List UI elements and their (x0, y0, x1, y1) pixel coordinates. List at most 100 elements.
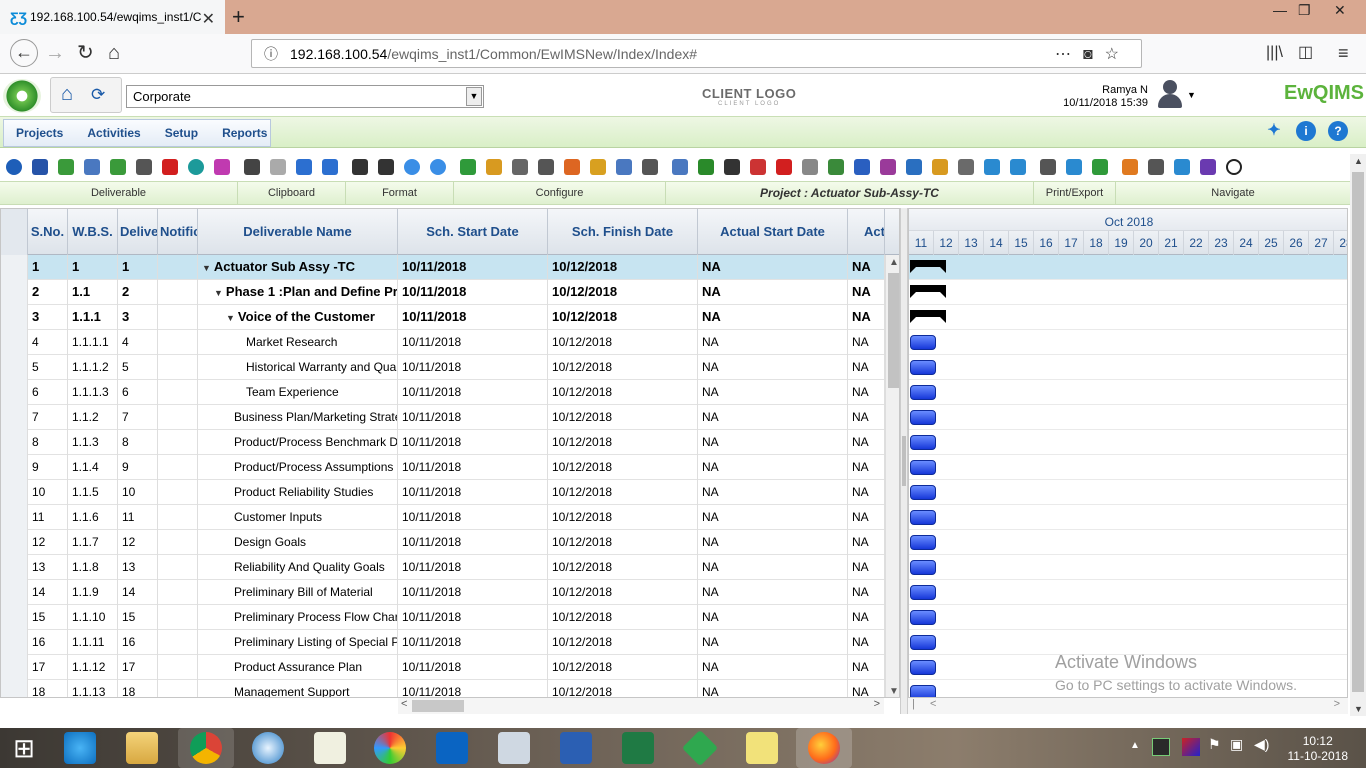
address-bar[interactable]: ⓘ 192.168.100.54/ewqims_inst1/Common/EwI… (251, 39, 1142, 68)
row-handle[interactable] (1, 505, 28, 530)
cell-notification[interactable] (158, 655, 198, 680)
cell-start[interactable]: 10/11/2018 (398, 680, 548, 697)
dependency-icon[interactable] (538, 159, 554, 175)
cell-notification[interactable] (158, 630, 198, 655)
col-notification[interactable]: Notification (158, 209, 198, 255)
excel-icon[interactable] (622, 732, 654, 764)
paint-icon[interactable] (374, 732, 406, 764)
tab-close-icon[interactable]: ✕ (202, 9, 215, 29)
cell-deliverable-name[interactable]: Business Plan/Marketing Strategy (198, 405, 398, 430)
grid-horizontal-scrollbar[interactable]: < > (398, 698, 884, 714)
table-row[interactable]: 17 1.1.12 17 Product Assurance Plan 10/11/20… (1, 655, 885, 680)
user-add-icon[interactable] (828, 159, 844, 175)
cell-del[interactable]: 1 (118, 255, 158, 280)
gantt-task-bar[interactable] (910, 660, 936, 675)
cell-start[interactable]: 10/11/2018 (398, 580, 548, 605)
cell-astart[interactable]: NA (698, 680, 848, 697)
move-down-icon[interactable] (430, 159, 446, 175)
user-settings-icon[interactable] (906, 159, 922, 175)
new-tab-icon[interactable]: + (232, 4, 245, 30)
cell-del[interactable]: 13 (118, 555, 158, 580)
cell-finish[interactable]: 10/12/2018 (548, 605, 698, 630)
cell-wbs[interactable]: 1.1.12 (68, 655, 118, 680)
cell-deliverable-name[interactable]: Team Experience (198, 380, 398, 405)
cell-act[interactable]: NA (848, 655, 885, 680)
cell-astart[interactable]: NA (698, 505, 848, 530)
ie-icon[interactable] (64, 732, 96, 764)
gantt-task-bar[interactable] (910, 335, 936, 350)
expand-toggle-icon[interactable]: ▼ (202, 263, 211, 273)
cell-deliverable-name[interactable]: Market Research (198, 330, 398, 355)
cell-notification[interactable] (158, 605, 198, 630)
row-handle[interactable] (1, 580, 28, 605)
location-select[interactable]: Corporate ▼ (126, 85, 484, 108)
gantt-task-bar[interactable] (910, 510, 936, 525)
start-button-icon[interactable]: ⊞ (8, 732, 40, 764)
copy-icon[interactable] (244, 159, 260, 175)
scroll-up-icon[interactable]: ▲ (1354, 156, 1363, 166)
table-row[interactable]: 16 1.1.11 16 Preliminary Listing of Special… (1, 630, 885, 655)
cell-del[interactable]: 3 (118, 305, 158, 330)
gantt-task-bar[interactable] (910, 685, 936, 697)
cell-del[interactable]: 14 (118, 580, 158, 605)
cell-wbs[interactable]: 1.1.9 (68, 580, 118, 605)
scroll-down-icon[interactable]: ▼ (889, 686, 899, 697)
cell-finish[interactable]: 10/12/2018 (548, 355, 698, 380)
cell-finish[interactable]: 10/12/2018 (548, 505, 698, 530)
cell-deliverable-name[interactable]: Preliminary Bill of Material (198, 580, 398, 605)
cell-astart[interactable]: NA (698, 430, 848, 455)
cell-act[interactable]: NA (848, 480, 885, 505)
col-actual-start[interactable]: Actual Start Date (698, 209, 848, 255)
outdent-icon[interactable] (378, 159, 394, 175)
cell-act[interactable]: NA (848, 630, 885, 655)
cell-start[interactable]: 10/11/2018 (398, 355, 548, 380)
cell-finish[interactable]: 10/12/2018 (548, 630, 698, 655)
user-icon[interactable] (932, 159, 948, 175)
cell-finish[interactable]: 10/12/2018 (548, 280, 698, 305)
document-icon[interactable] (84, 159, 100, 175)
chat-icon[interactable] (1010, 159, 1026, 175)
cell-sno[interactable]: 1 (28, 255, 68, 280)
cell-del[interactable]: 10 (118, 480, 158, 505)
browser-tab[interactable]: ƸƷ 192.168.100.54/ewqims_inst1/C ✕ (0, 0, 225, 34)
cell-start[interactable]: 10/11/2018 (398, 330, 548, 355)
cell-notification[interactable] (158, 505, 198, 530)
cell-deliverable-name[interactable]: Historical Warranty and Quality (198, 355, 398, 380)
save-icon[interactable] (32, 159, 48, 175)
people-icon[interactable] (642, 159, 658, 175)
flag-icon[interactable]: ⚑ (1208, 736, 1221, 753)
cell-wbs[interactable]: 1.1.8 (68, 555, 118, 580)
cell-wbs[interactable]: 1.1.4 (68, 455, 118, 480)
sync-icon[interactable] (188, 159, 204, 175)
clipboard-icon[interactable] (1174, 159, 1190, 175)
cell-finish[interactable]: 10/12/2018 (548, 655, 698, 680)
cell-deliverable-name[interactable]: ▼ Actuator Sub Assy -TC (198, 255, 398, 280)
scroll-up-icon[interactable]: ▲ (889, 257, 899, 268)
cell-notification[interactable] (158, 430, 198, 455)
cell-act[interactable]: NA (848, 605, 885, 630)
home-icon[interactable]: ⌂ (108, 42, 120, 64)
scroll-thumb[interactable] (412, 700, 464, 712)
cell-astart[interactable]: NA (698, 280, 848, 305)
back-icon[interactable]: ← (10, 39, 38, 67)
disk-icon[interactable] (724, 159, 740, 175)
cell-astart[interactable]: NA (698, 305, 848, 330)
table-row[interactable]: 21.12▼Phase 1 :Plan and Define Program10… (1, 280, 885, 305)
cell-deliverable-name[interactable]: ▼Phase 1 :Plan and Define Program (198, 280, 398, 305)
cell-notification[interactable] (158, 530, 198, 555)
table-row[interactable]: 11 1.1.6 11 Customer Inputs 10/11/2018 10/12/… (1, 505, 885, 530)
cell-sno[interactable]: 2 (28, 280, 68, 305)
info-icon[interactable] (6, 159, 22, 175)
export-icon[interactable] (1066, 159, 1082, 175)
row-handle[interactable] (1, 480, 28, 505)
maximize-icon[interactable]: ❐ (1298, 2, 1311, 19)
cell-start[interactable]: 10/11/2018 (398, 505, 548, 530)
cell-deliverable-name[interactable]: Product Reliability Studies (198, 480, 398, 505)
cell-astart[interactable]: NA (698, 630, 848, 655)
cell-start[interactable]: 10/11/2018 (398, 605, 548, 630)
redo-icon[interactable] (322, 159, 338, 175)
delete-icon[interactable] (162, 159, 178, 175)
expand-toggle-icon[interactable]: ▼ (214, 288, 223, 298)
cell-notification[interactable] (158, 330, 198, 355)
col-actual[interactable]: Actual (848, 209, 885, 255)
